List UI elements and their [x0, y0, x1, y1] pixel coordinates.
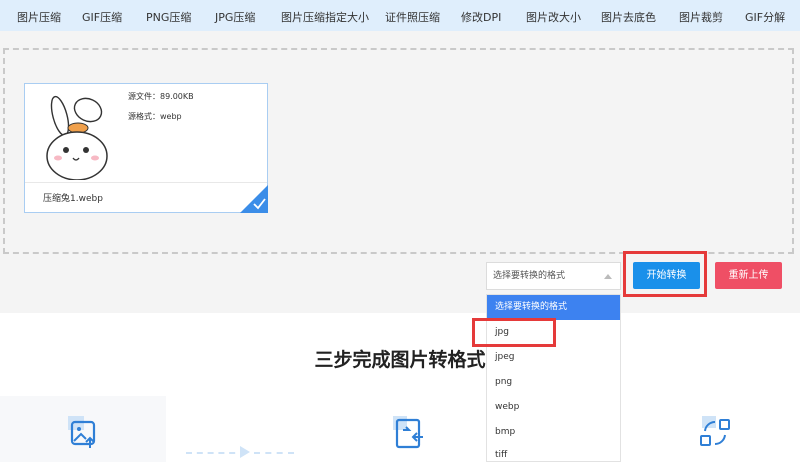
source-size-text: 源文件：89.00KB — [128, 92, 194, 101]
step-connector-2 — [254, 452, 294, 455]
step-connector-1 — [186, 452, 246, 455]
source-format-text: 源格式：webp — [128, 112, 182, 121]
section-heading: 三步完成图片转格式 — [314, 349, 486, 371]
nav-item-png-compress[interactable]: PNG压缩 — [146, 9, 191, 25]
start-button-highlight — [623, 251, 707, 297]
nav-item-gif-compress[interactable]: GIF压缩 — [82, 9, 122, 25]
caret-up-icon — [604, 274, 612, 279]
file-name: 压缩兔1.webp — [43, 194, 103, 204]
top-nav: 图片压缩 GIF压缩 PNG压缩 JPG压缩 图片压缩指定大小 证件照压缩 修改… — [0, 0, 800, 31]
nav-item-compress-to-size[interactable]: 图片压缩指定大小 — [281, 9, 369, 25]
download-convert-icon — [700, 416, 730, 446]
format-option-jpeg[interactable]: jpeg — [487, 345, 620, 370]
nav-item-image-compress[interactable]: 图片压缩 — [17, 9, 61, 25]
convert-file-icon — [393, 416, 423, 449]
card-divider — [25, 182, 267, 183]
format-select[interactable]: 选择要转换的格式 — [486, 262, 621, 290]
nav-item-id-photo-compress[interactable]: 证件照压缩 — [385, 9, 440, 25]
connector-arrow-icon — [240, 446, 250, 458]
format-option-bmp[interactable]: bmp — [487, 420, 620, 445]
upload-image-icon — [68, 416, 96, 448]
nav-item-gif-split[interactable]: GIF分解 — [745, 9, 785, 25]
format-option-tiff[interactable]: tiff — [487, 443, 620, 468]
format-option-webp[interactable]: webp — [487, 395, 620, 420]
nav-item-remove-bg[interactable]: 图片去底色 — [601, 9, 656, 25]
jpg-option-highlight — [472, 318, 556, 347]
nav-item-resize[interactable]: 图片改大小 — [526, 9, 581, 25]
rabbit-thumbnail — [46, 95, 108, 180]
nav-item-modify-dpi[interactable]: 修改DPI — [461, 9, 501, 25]
file-card[interactable]: 源文件：89.00KB 源格式：webp 压缩兔1.webp — [24, 83, 268, 213]
nav-item-jpg-compress[interactable]: JPG压缩 — [215, 9, 255, 25]
nav-item-crop[interactable]: 图片裁剪 — [679, 9, 723, 25]
format-select-value: 选择要转换的格式 — [493, 271, 566, 281]
reupload-button[interactable]: 重新上传 — [715, 262, 782, 289]
checkmark-icon — [240, 185, 268, 213]
format-option-png[interactable]: png — [487, 370, 620, 395]
format-option-placeholder[interactable]: 选择要转换的格式 — [487, 295, 620, 320]
